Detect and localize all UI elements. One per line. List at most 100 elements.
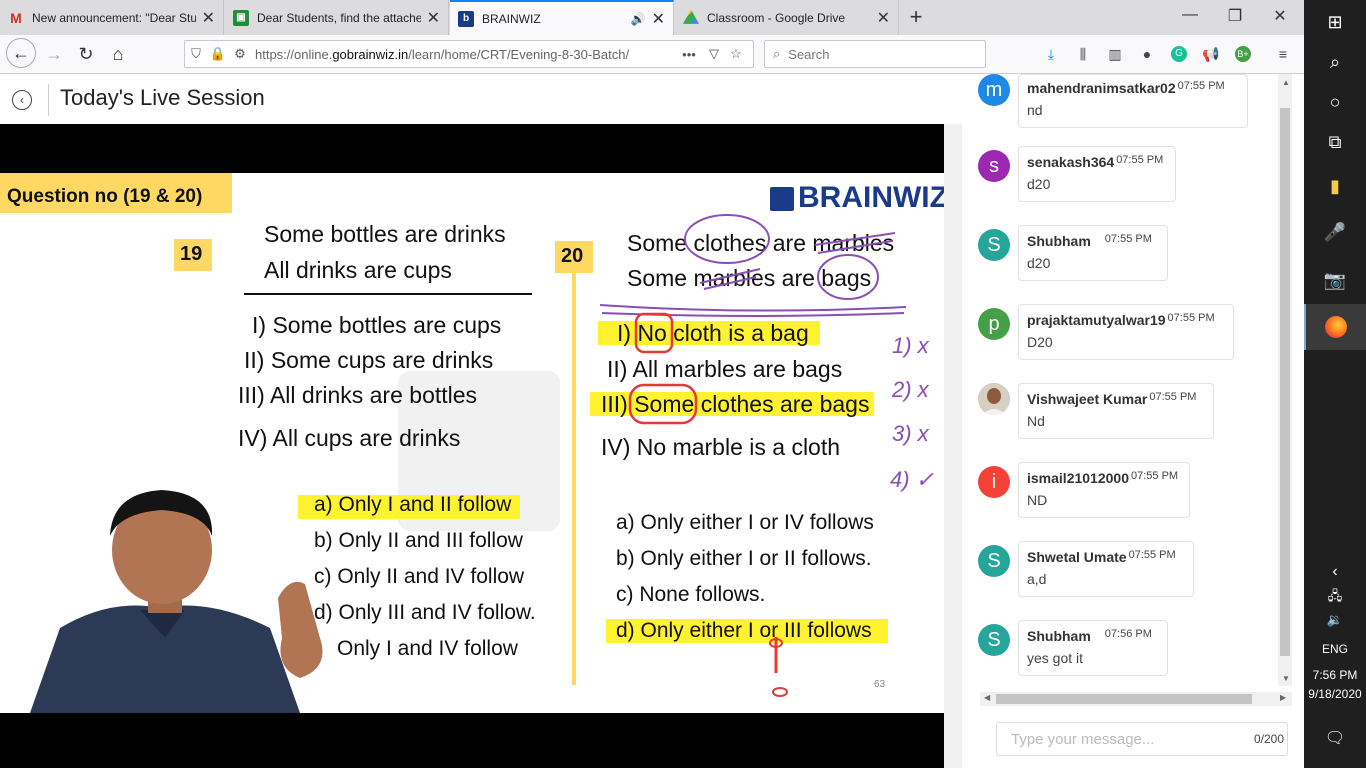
chat-panel: m mahendranimsatkar02 07:55 PM nd s senak… xyxy=(962,74,1304,768)
address-bar[interactable]: ⛉ 🔒 ⚙ https://online.gobrainwiz.in/learn… xyxy=(184,40,754,68)
message-time: 07:55 PM xyxy=(1104,233,1152,245)
back-button[interactable]: ← xyxy=(6,38,36,68)
notifications-icon[interactable]: 🗨 xyxy=(1304,716,1366,760)
windows-start-icon[interactable]: ⊞ xyxy=(1304,0,1366,44)
tab-strip: M New announcement: "Dear Stu ✕ ▣ Dear S… xyxy=(0,0,1304,35)
message-time: 07:55 PM xyxy=(1177,80,1225,92)
task-view-icon[interactable]: ⧉ xyxy=(1304,120,1366,164)
firefox-icon[interactable] xyxy=(1304,304,1366,350)
tab-title: Dear Students, find the attache xyxy=(257,10,421,25)
url-text[interactable]: https://online.gobrainwiz.in/learn/home/… xyxy=(255,47,675,62)
file-explorer-icon[interactable]: ▮ xyxy=(1304,164,1366,208)
scroll-thumb[interactable] xyxy=(1280,108,1290,656)
tab-gmail[interactable]: M New announcement: "Dear Stu ✕ xyxy=(0,0,224,35)
close-icon[interactable]: ✕ xyxy=(652,9,665,29)
menu-icon[interactable]: ≡ xyxy=(1272,44,1294,64)
message-time: 07:55 PM xyxy=(1130,470,1179,482)
minimize-button[interactable]: — xyxy=(1170,6,1210,24)
forward-button[interactable]: → xyxy=(40,41,68,67)
chat-horizontal-scrollbar[interactable]: ◀ ▶ xyxy=(980,692,1292,706)
cortana-icon[interactable]: ○ xyxy=(1304,80,1366,124)
page-scrollbar[interactable] xyxy=(944,124,962,768)
chat-vertical-scrollbar[interactable]: ▲ ▼ xyxy=(1278,74,1292,686)
search-input[interactable]: ⌕ Search xyxy=(764,40,986,68)
navigation-bar: ← → ↻ ⌂ ⛉ 🔒 ⚙ https://online.gobrainwiz.… xyxy=(0,35,1304,74)
message-text: Nd xyxy=(1027,413,1045,429)
home-icon: ⌂ xyxy=(112,43,124,64)
tab-brainwiz[interactable]: b BRAINWIZ 🔊 ✕ xyxy=(450,0,674,35)
page-actions-icon[interactable]: ••• xyxy=(675,47,703,62)
message-bubble: senakash364 07:55 PM d20 xyxy=(1018,146,1176,202)
message-text: yes got it xyxy=(1027,650,1084,666)
lock-icon[interactable]: 🔒 xyxy=(207,46,229,62)
recorder-app-icon[interactable]: 🎤 xyxy=(1304,210,1366,254)
drive-icon xyxy=(683,9,699,24)
search-icon: ⌕ xyxy=(773,46,781,61)
message-text: a,d xyxy=(1027,571,1047,587)
chevron-right-icon[interactable]: ▶ xyxy=(1280,693,1286,702)
avatar: s xyxy=(978,150,1010,182)
camera-app-icon[interactable]: 📷 xyxy=(1304,258,1366,302)
back-circle-button[interactable]: ‹ xyxy=(12,90,32,110)
message-bubble: Vishwajeet Kumar 07:55 PM Nd xyxy=(1018,383,1214,439)
divider xyxy=(48,84,49,116)
message-username: Vishwajeet Kumar xyxy=(1027,391,1148,407)
char-counter: 0/200 xyxy=(1254,732,1285,746)
maximize-button[interactable]: ❐ xyxy=(1215,6,1255,26)
chevron-left-icon[interactable]: ◀ xyxy=(984,693,990,702)
page-title: Today's Live Session xyxy=(60,85,265,110)
close-icon[interactable]: ✕ xyxy=(427,8,440,28)
tab-title: BRAINWIZ xyxy=(482,11,541,26)
home-button[interactable]: ⌂ xyxy=(104,41,132,67)
annotation-2: 2) x xyxy=(892,377,929,402)
avatar: S xyxy=(978,624,1010,656)
shield-icon[interactable]: ⛉ xyxy=(185,46,207,62)
search-icon[interactable]: ⌕ xyxy=(1304,40,1366,84)
chevron-down-icon[interactable]: ▼ xyxy=(1282,674,1290,683)
permissions-icon[interactable]: ⚙ xyxy=(229,46,251,62)
chevron-up-icon[interactable]: ▲ xyxy=(1282,78,1290,87)
new-tab-button[interactable]: + xyxy=(902,4,930,30)
brainwiz-icon: b xyxy=(458,10,474,27)
lecture-slide: Question no (19 & 20) BRAINWIZ 19 Some b… xyxy=(0,173,944,713)
chat-message-input[interactable]: Type your message... xyxy=(996,722,1288,756)
extension-b-icon[interactable]: B+ xyxy=(1232,44,1254,64)
account-icon[interactable]: ● xyxy=(1136,44,1158,64)
sidebar-icon[interactable]: ▥ xyxy=(1104,44,1126,64)
scroll-thumb[interactable] xyxy=(996,694,1252,704)
close-icon[interactable]: ✕ xyxy=(877,8,890,28)
extension-grammarly-icon[interactable]: G xyxy=(1168,44,1190,64)
presenter-webcam xyxy=(30,490,323,713)
bookmark-star-icon[interactable]: ☆ xyxy=(725,46,747,62)
message-username: senakash364 xyxy=(1027,154,1115,170)
annotation-4: 4) ✓ xyxy=(890,467,935,492)
avatar: S xyxy=(978,545,1010,577)
tab-title: New announcement: "Dear Stu xyxy=(32,10,196,25)
extension-megaphone-icon[interactable]: 📢 xyxy=(1200,44,1222,64)
message-time: 07:56 PM xyxy=(1104,628,1152,640)
window-close-button[interactable]: ✕ xyxy=(1260,6,1300,26)
clock-time[interactable]: 7:56 PM xyxy=(1304,665,1366,685)
input-placeholder: Type your message... xyxy=(1011,731,1155,748)
message-bubble: Shwetal Umate 07:55 PM a,d xyxy=(1018,541,1194,597)
gmail-icon: M xyxy=(10,9,22,26)
message-time: 07:55 PM xyxy=(1116,154,1164,166)
search-placeholder: Search xyxy=(788,46,830,62)
tab-classroom[interactable]: ▣ Dear Students, find the attache ✕ xyxy=(225,0,449,35)
arrow-left-icon: ← xyxy=(12,42,30,63)
clock-date[interactable]: 9/18/2020 xyxy=(1304,684,1366,704)
download-icon[interactable]: ⤓ xyxy=(1040,44,1062,64)
avatar: p xyxy=(978,308,1010,340)
classroom-icon: ▣ xyxy=(233,9,249,26)
tab-drive[interactable]: Classroom - Google Drive ✕ xyxy=(675,0,899,35)
message-time: 07:55 PM xyxy=(1167,312,1215,324)
message-bubble: mahendranimsatkar02 07:55 PM nd xyxy=(1018,74,1248,128)
close-icon[interactable]: ✕ xyxy=(202,8,215,28)
avatar: S xyxy=(978,229,1010,261)
tab-title: Classroom - Google Drive xyxy=(707,10,846,25)
video-player[interactable]: Question no (19 & 20) BRAINWIZ 19 Some b… xyxy=(0,124,944,768)
library-icon[interactable]: ⫼ xyxy=(1072,44,1094,64)
reload-button[interactable]: ↻ xyxy=(72,41,100,67)
pocket-icon[interactable]: ▽ xyxy=(703,46,725,62)
speaker-icon[interactable]: 🔊 xyxy=(631,12,646,26)
